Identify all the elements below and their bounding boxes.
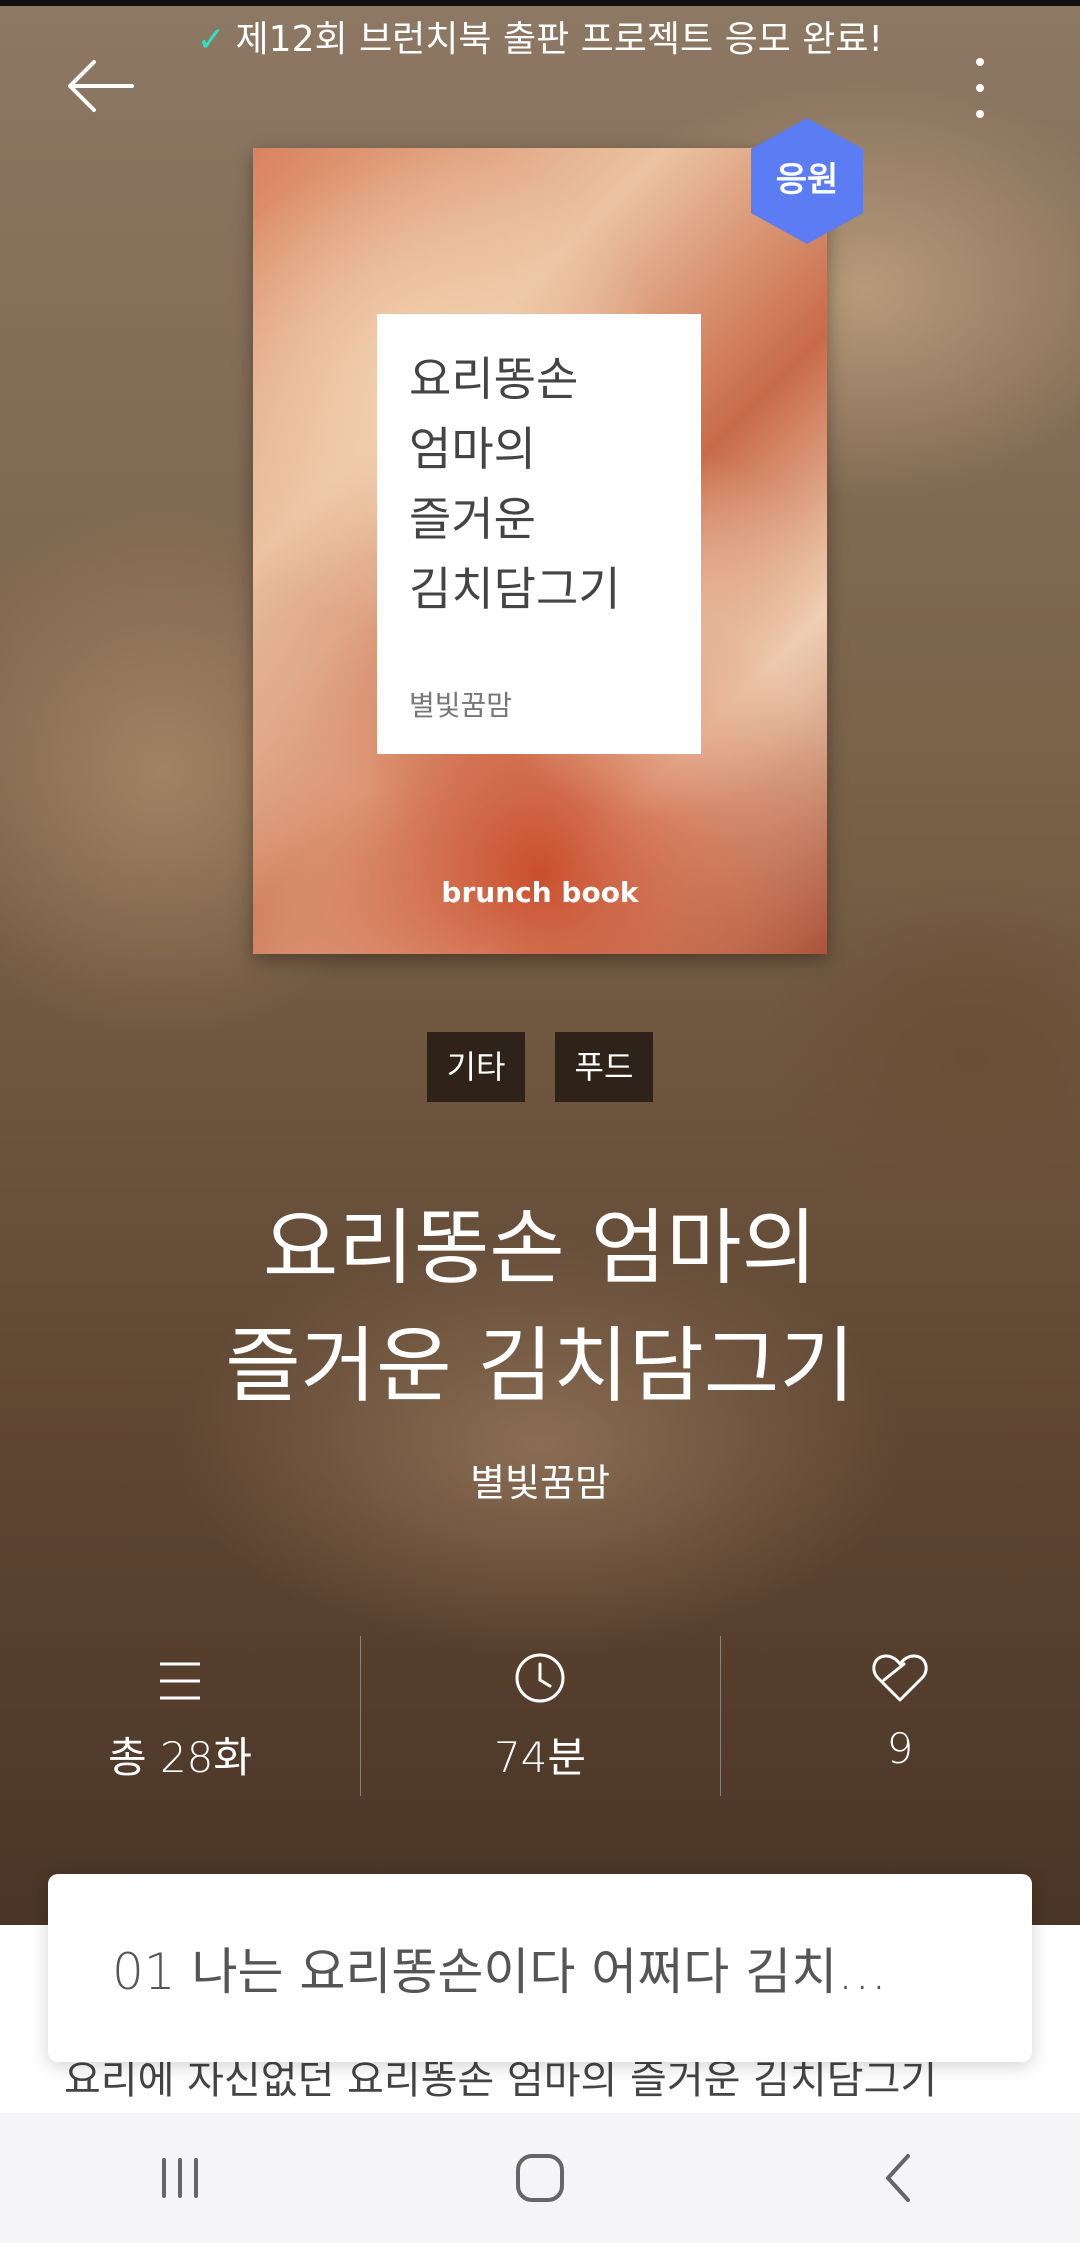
cover-author: 별빛꿈맘 (409, 689, 513, 722)
cover-title-card: 요리똥손 엄마의 즐거운 김치담그기 별빛꿈맘 (377, 314, 701, 754)
cover-title-line: 요리똥손 (409, 352, 579, 406)
more-options-button[interactable] (950, 50, 1010, 130)
episode-title: 01 나는 요리똥손이다 어쩌다 김치… (112, 1943, 888, 2001)
book-title: 요리똥손 엄마의 즐거운 김치담그기 (0, 1190, 1080, 1426)
book-title-line1: 요리똥손 엄마의 (262, 1201, 818, 1296)
stat-episodes-value: 총 28화 (107, 1733, 253, 1782)
cover-title-line: 김치담그기 (409, 562, 621, 616)
banner-text: 제12회 브런치북 출판 프로젝트 응모 완료! (235, 19, 883, 60)
book-stats: 총 28화 74분 9 (0, 1636, 1080, 1796)
book-cover[interactable]: 요리똥손 엄마의 즐거운 김치담그기 별빛꿈맘 brunch book (253, 148, 827, 954)
check-icon: ✓ (197, 20, 226, 60)
tag-list: 기타 푸드 (0, 1032, 1080, 1102)
list-icon (160, 1662, 200, 1700)
arrow-left-icon (68, 60, 134, 112)
back-chevron-icon (886, 2154, 910, 2202)
support-badge-label: 응원 (775, 160, 839, 200)
stat-likes[interactable]: 9 (720, 1636, 1080, 1796)
cover-title-line: 즐거운 (409, 492, 536, 546)
home-button[interactable] (480, 2118, 600, 2238)
cover-brand-label: brunch book (441, 876, 639, 909)
back-button[interactable] (62, 50, 142, 130)
first-episode-card[interactable]: 01 나는 요리똥손이다 어쩌다 김치… (48, 1874, 1032, 2062)
clock-icon (515, 1653, 565, 1703)
tag-chip[interactable]: 기타 (426, 1032, 526, 1102)
stat-reading-time-value: 74분 (493, 1733, 587, 1782)
system-navigation-bar (0, 2113, 1080, 2243)
status-bar-edge (0, 0, 1080, 6)
stat-reading-time: 74분 (360, 1636, 720, 1796)
tag-chip[interactable]: 푸드 (554, 1032, 654, 1102)
like-heart-icon (872, 1654, 928, 1702)
book-author[interactable]: 별빛꿈맘 (0, 1452, 1080, 1507)
book-title-line2: 즐거운 김치담그기 (225, 1319, 855, 1414)
stat-episodes: 총 28화 (0, 1636, 360, 1796)
more-vertical-icon (976, 58, 984, 118)
home-icon (516, 2154, 564, 2202)
system-back-button[interactable] (840, 2118, 960, 2238)
cover-title-line: 엄마의 (409, 422, 536, 476)
submission-banner: ✓ 제12회 브런치북 출판 프로젝트 응모 완료! (0, 14, 1080, 66)
stat-likes-value: 9 (886, 1724, 914, 1773)
recent-apps-icon (162, 2158, 198, 2198)
recent-apps-button[interactable] (120, 2118, 240, 2238)
